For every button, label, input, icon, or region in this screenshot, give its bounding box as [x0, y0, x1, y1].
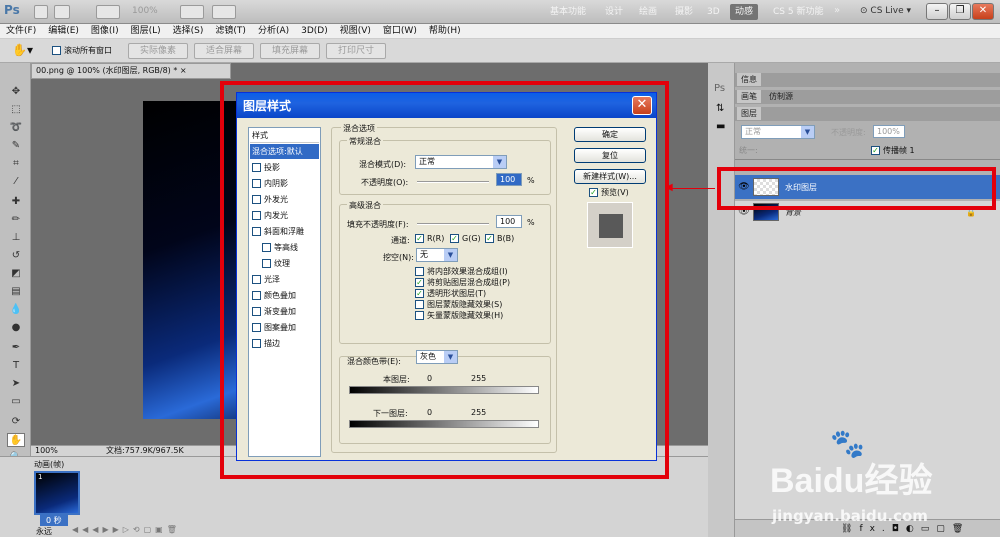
menu-edit[interactable]: 编辑(E): [42, 24, 85, 39]
scroll-all-windows-checkbox[interactable]: 滚动所有窗口: [52, 45, 112, 56]
menu-help[interactable]: 帮助(H): [423, 24, 467, 39]
menu-3d[interactable]: 3D(D): [295, 24, 334, 39]
workspace-essentials[interactable]: 基本功能: [545, 4, 591, 20]
tab-brush[interactable]: 画笔: [737, 90, 761, 103]
cs-live-icon: ⊙: [860, 6, 871, 16]
brush-tool-icon[interactable]: ✏: [7, 213, 25, 227]
minimize-button[interactable]: –: [926, 3, 948, 20]
dropdown-arrow-icon: ▼: [801, 126, 814, 138]
workspace-3d[interactable]: 3D: [702, 4, 725, 20]
pen-tool-icon[interactable]: ✒: [7, 341, 25, 355]
document-tab[interactable]: 00.png @ 100% (水印图层, RGB/8) * ×: [31, 63, 231, 79]
3d-rotate-icon[interactable]: ⟳: [7, 415, 25, 429]
type-tool-icon[interactable]: T: [7, 359, 25, 373]
frame-delay[interactable]: 0 秒: [40, 515, 68, 526]
propagate-frame-checkbox[interactable]: ✓ 传播帧 1: [871, 145, 915, 156]
frame-number: 1: [38, 473, 43, 481]
menu-file[interactable]: 文件(F): [0, 24, 42, 39]
menu-filter[interactable]: 滤镜(T): [209, 24, 252, 39]
history-panel-icon[interactable]: ⇅: [716, 103, 724, 114]
blur-tool-icon[interactable]: 💧: [7, 303, 25, 317]
layers-panel-header: 图层: [735, 107, 1000, 121]
annotation-arrow-line: [669, 188, 715, 189]
eyedropper-icon[interactable]: ⁄: [7, 175, 25, 189]
layer-blend-mode[interactable]: 正常 ▼: [741, 125, 815, 139]
fill-screen-button[interactable]: 填充屏幕: [260, 43, 320, 59]
menu-bar: 文件(F) 编辑(E) 图像(I) 图层(L) 选择(S) 滤镜(T) 分析(A…: [0, 24, 1000, 39]
dodge-tool-icon[interactable]: ●: [7, 321, 25, 335]
hand-tool-active-icon[interactable]: ✋: [7, 433, 25, 447]
info-panel-header: 信息: [735, 73, 1000, 87]
animation-frame-1[interactable]: 1: [34, 471, 80, 515]
workspace-design[interactable]: 设计: [600, 4, 628, 20]
view-extras-icon[interactable]: [96, 5, 120, 19]
healing-brush-icon[interactable]: ✚: [7, 195, 25, 209]
tab-info[interactable]: 信息: [737, 73, 761, 86]
more-workspaces-icon[interactable]: »: [834, 5, 840, 16]
bridge-icon[interactable]: [34, 5, 48, 19]
tab-clone-source[interactable]: 仿制源: [765, 90, 797, 103]
crop-tool-icon[interactable]: ⌗: [7, 157, 25, 171]
marquee-tool-icon[interactable]: ⬚: [7, 103, 25, 117]
actual-pixels-button[interactable]: 实际像素: [128, 43, 188, 59]
baidu-watermark: 🐾 Baidu经验 jingyan.baidu.com: [768, 427, 998, 537]
zoom-level[interactable]: 100%: [132, 6, 158, 16]
ps-mini-icon[interactable]: Ps: [714, 83, 725, 94]
annotation-arrow-head: ◀: [665, 182, 673, 193]
lasso-tool-icon[interactable]: ➰: [7, 121, 25, 135]
divider: [735, 159, 1000, 160]
menu-analysis[interactable]: 分析(A): [252, 24, 295, 39]
brush-panel-header: 画笔 仿制源: [735, 90, 1000, 104]
hand-tool-icon[interactable]: ✋▾: [12, 43, 33, 57]
highlight-box-layer: [717, 167, 996, 210]
workspace-cs5-new[interactable]: CS 5 新功能: [768, 4, 828, 20]
menu-layer[interactable]: 图层(L): [125, 24, 167, 39]
workspace-photography[interactable]: 摄影: [670, 4, 698, 20]
menu-window[interactable]: 窗口(W): [377, 24, 423, 39]
path-select-icon[interactable]: ➤: [7, 377, 25, 391]
status-zoom[interactable]: 100%: [35, 446, 58, 456]
clone-stamp-icon[interactable]: ⊥: [7, 231, 25, 245]
close-doc-icon[interactable]: ×: [180, 66, 187, 75]
menu-image[interactable]: 图像(I): [85, 24, 125, 39]
brush-panel-icon[interactable]: ▬: [716, 121, 725, 132]
watermark-url: jingyan.baidu.com: [772, 507, 928, 525]
quick-select-icon[interactable]: ✎: [7, 139, 25, 153]
history-brush-icon[interactable]: ↺: [7, 249, 25, 263]
cs-live[interactable]: ⊙ CS Live ▾: [860, 6, 911, 16]
workspace-motion[interactable]: 动感: [730, 4, 759, 20]
highlight-box-dialog: [220, 81, 669, 479]
close-app-button[interactable]: ✕: [972, 3, 994, 20]
screen-mode-icon[interactable]: [212, 5, 236, 19]
animation-tab[interactable]: 动画(帧): [34, 459, 64, 470]
arrange-documents-icon[interactable]: [180, 5, 204, 19]
watermark-brand: Baidu经验: [770, 462, 933, 500]
title-bar: Ps 100% 基本功能 设计 绘画 摄影 3D 动感 CS 5 新功能 » ⊙…: [0, 0, 1000, 24]
workspace-painting[interactable]: 绘画: [634, 4, 662, 20]
panel-icon-strip: Ps ⇅ ▬: [708, 63, 735, 537]
layer-opacity-input[interactable]: 100%: [873, 125, 905, 138]
menu-select[interactable]: 选择(S): [167, 24, 210, 39]
options-bar: ✋▾ 滚动所有窗口 实际像素 适合屏幕 填充屏幕 打印尺寸: [0, 39, 1000, 63]
playback-controls[interactable]: ◀◀◀▶▶▷⟲▢▣🗑: [72, 525, 181, 534]
fit-screen-button[interactable]: 适合屏幕: [194, 43, 254, 59]
eraser-tool-icon[interactable]: ◩: [7, 267, 25, 281]
minibridge-icon[interactable]: [54, 5, 70, 19]
move-tool-icon[interactable]: ✥: [7, 85, 25, 99]
print-size-button[interactable]: 打印尺寸: [326, 43, 386, 59]
menu-view[interactable]: 视图(V): [334, 24, 377, 39]
shape-tool-icon[interactable]: ▭: [7, 395, 25, 409]
photoshop-logo: Ps: [4, 3, 20, 17]
restore-button[interactable]: ❐: [949, 3, 971, 20]
gradient-tool-icon[interactable]: ▤: [7, 285, 25, 299]
layer-opacity-label: 不透明度:: [831, 128, 866, 137]
loop-select[interactable]: 永远: [36, 526, 52, 537]
tab-layers[interactable]: 图层: [737, 107, 761, 120]
unify-label: 统一:: [739, 146, 758, 155]
status-doc-size: 文档:757.9K/967.5K: [106, 446, 184, 455]
